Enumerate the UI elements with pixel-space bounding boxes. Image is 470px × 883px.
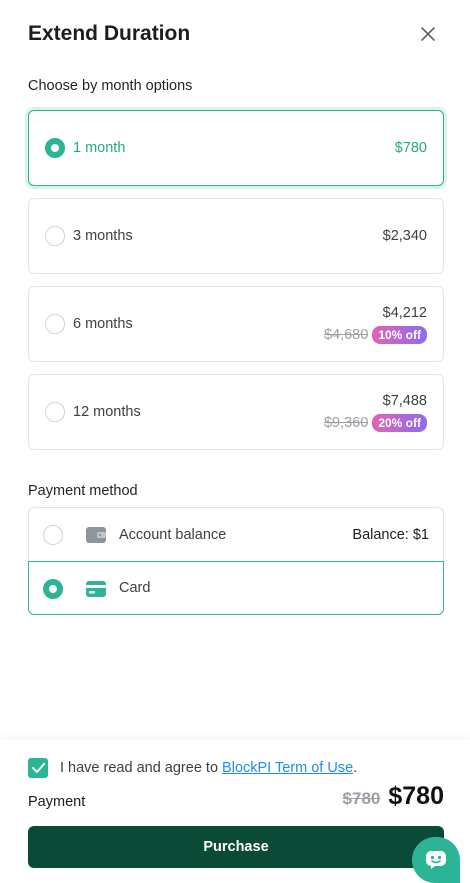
payment-summary: Payment $780 $780 xyxy=(28,782,444,812)
payment-option-label: Account balance xyxy=(119,526,227,543)
check-icon xyxy=(31,763,45,773)
radio-unselected[interactable] xyxy=(45,226,65,246)
discount-badge: 10% off xyxy=(372,326,427,344)
modal-title: Extend Duration xyxy=(28,22,191,45)
option-price: $7,488 xyxy=(382,393,427,409)
close-icon[interactable] xyxy=(420,26,436,42)
terms-link[interactable]: BlockPI Term of Use xyxy=(222,760,353,776)
duration-option-6-months[interactable]: 6 months $4,212 $4,680 10% off xyxy=(28,286,444,362)
payment-prices: $780 $780 xyxy=(343,782,444,811)
radio-unselected[interactable] xyxy=(43,525,63,545)
option-label: 6 months xyxy=(73,316,133,332)
wallet-icon xyxy=(86,527,106,543)
option-price: $4,212 xyxy=(382,305,427,321)
payment-option-label: Card xyxy=(119,580,151,596)
option-discount-row: $9,360 20% off xyxy=(324,414,427,432)
payment-method-label: Payment method xyxy=(28,483,138,499)
option-price: $780 xyxy=(394,140,427,156)
payment-total-price: $780 xyxy=(388,782,444,810)
payment-original-price: $780 xyxy=(342,789,381,808)
option-label: 12 months xyxy=(73,404,141,420)
terms-suffix: . xyxy=(353,760,358,776)
duration-section-label: Choose by month options xyxy=(28,78,193,94)
account-balance-value: Balance: $1 xyxy=(352,526,429,543)
chat-bot-icon xyxy=(426,851,446,869)
credit-card-icon xyxy=(86,581,106,597)
checkout-footer: I have read and agree to BlockPI Term of… xyxy=(0,740,470,883)
duration-option-1-month[interactable]: 1 month $780 xyxy=(28,110,444,186)
original-price: $9,360 xyxy=(323,415,369,431)
option-label: 1 month xyxy=(73,140,126,156)
radio-unselected[interactable] xyxy=(45,314,65,334)
duration-option-12-months[interactable]: 12 months $7,488 $9,360 20% off xyxy=(28,374,444,450)
payment-method-group: Account balance Balance: $1 Card xyxy=(28,507,444,615)
discount-badge: 20% off xyxy=(372,414,427,432)
duration-option-3-months[interactable]: 3 months $2,340 xyxy=(28,198,444,274)
radio-unselected[interactable] xyxy=(45,402,65,422)
option-price: $2,340 xyxy=(382,228,427,244)
radio-selected[interactable] xyxy=(45,138,65,158)
chat-support-button[interactable] xyxy=(412,837,460,883)
modal-header: Extend Duration xyxy=(28,20,442,48)
option-label: 3 months xyxy=(73,228,133,244)
purchase-button[interactable]: Purchase xyxy=(28,826,444,868)
payment-label: Payment xyxy=(28,794,86,810)
terms-checkbox[interactable] xyxy=(28,758,48,778)
terms-agreement: I have read and agree to BlockPI Term of… xyxy=(28,758,357,778)
radio-selected[interactable] xyxy=(43,579,63,599)
payment-option-account-balance[interactable]: Account balance Balance: $1 xyxy=(28,507,444,561)
payment-option-card[interactable]: Card xyxy=(28,561,444,615)
original-price: $4,680 xyxy=(323,327,369,343)
terms-text: I have read and agree to xyxy=(60,760,223,776)
option-discount-row: $4,680 10% off xyxy=(324,326,427,344)
